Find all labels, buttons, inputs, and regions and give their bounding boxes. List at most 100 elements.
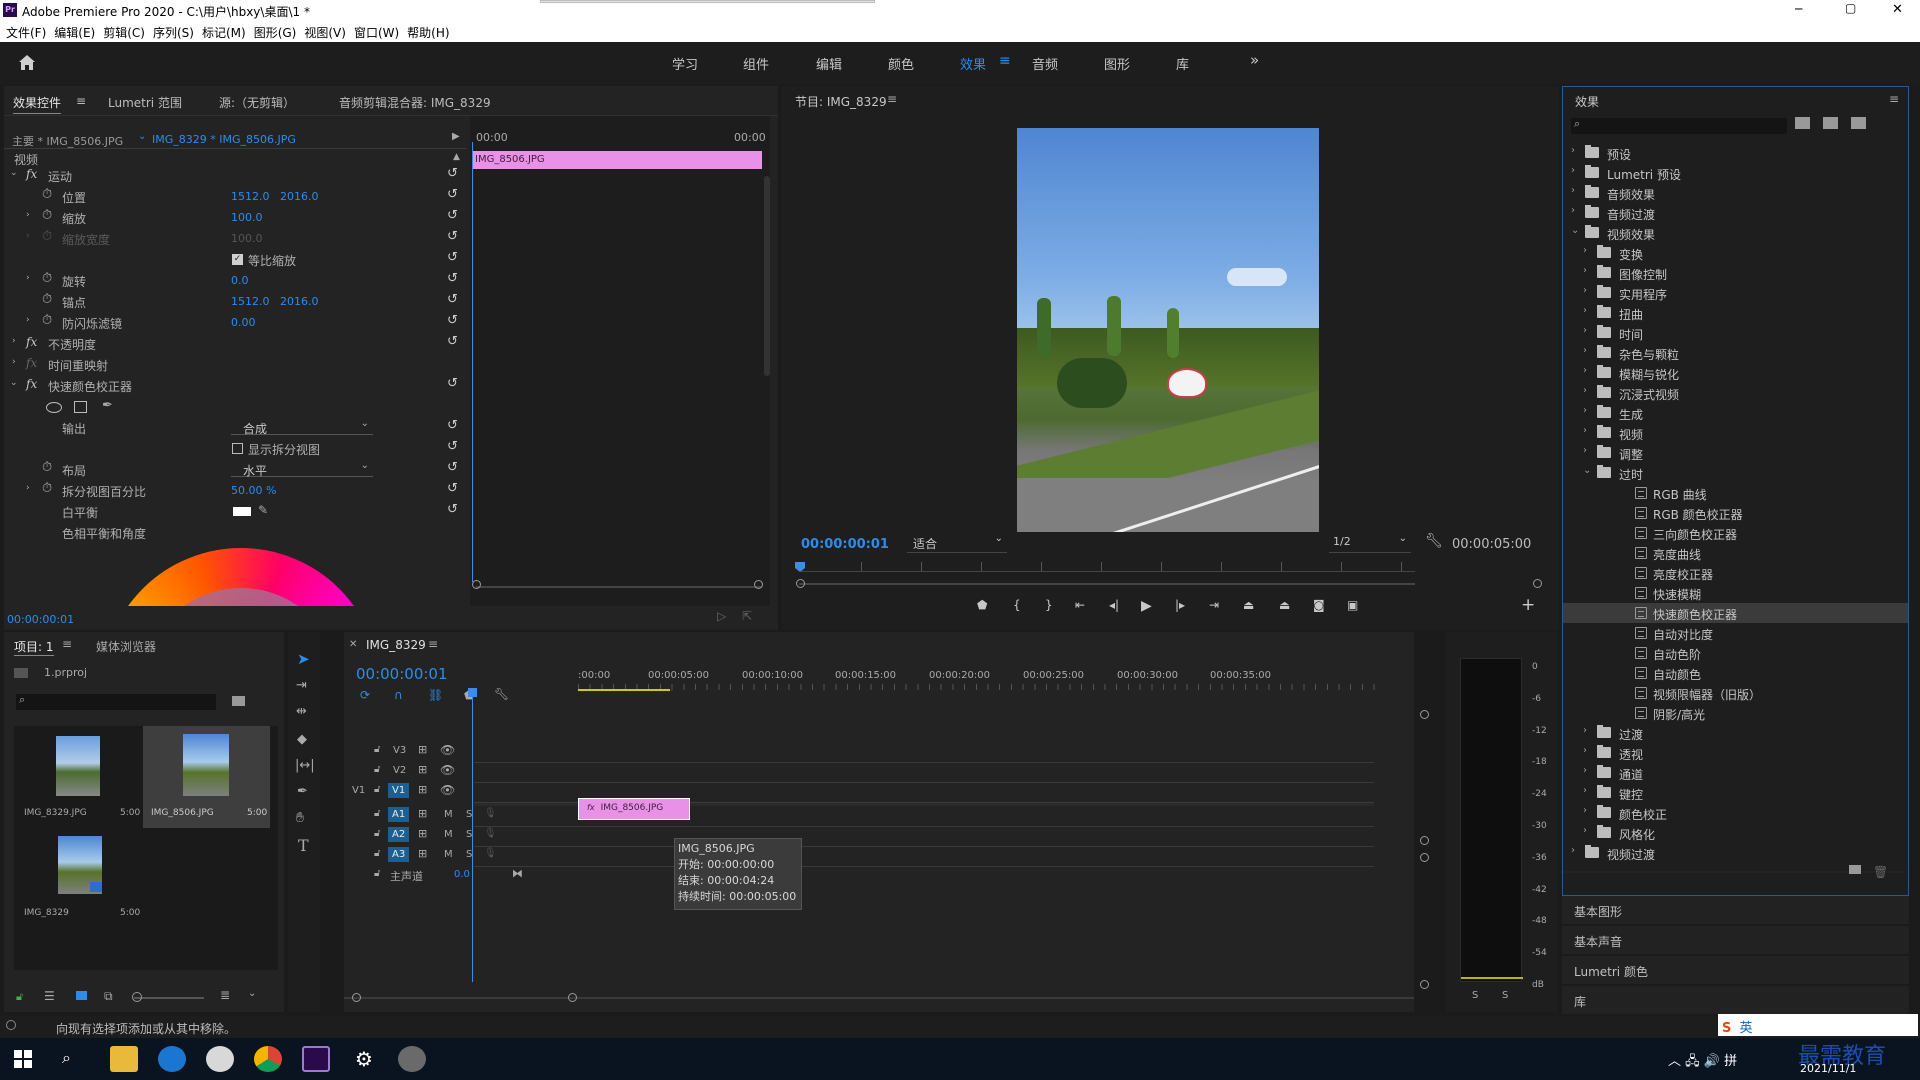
- menu-window[interactable]: 窗口(W): [354, 24, 399, 41]
- caret-right-icon[interactable]: ›: [1583, 385, 1593, 396]
- mini-scrollbar[interactable]: [764, 176, 770, 376]
- snap-icon[interactable]: ∩: [394, 688, 403, 702]
- tab-media-browser[interactable]: 媒体浏览器: [96, 638, 156, 655]
- caret-right-icon[interactable]: ›: [1583, 765, 1593, 776]
- zoom-handle-left[interactable]: [472, 580, 481, 589]
- type-tool-icon[interactable]: T: [298, 836, 309, 855]
- zoom-handle-right[interactable]: [1533, 579, 1542, 588]
- mini-zoom-bar[interactable]: [476, 586, 762, 588]
- uniform-scale-checkbox[interactable]: ✓: [232, 254, 243, 265]
- workspace-tab-assembly[interactable]: 组件: [743, 54, 769, 73]
- freeform-view-icon[interactable]: ⧉: [104, 989, 113, 1004]
- effects-tree-item[interactable]: 亮度曲线: [1563, 543, 1908, 563]
- linked-selection-icon[interactable]: ⛓︎: [428, 688, 443, 702]
- sync-lock-icon[interactable]: ⊞: [418, 763, 427, 776]
- lock-icon[interactable]: 🔓︎: [374, 868, 380, 879]
- panel-menu-icon[interactable]: ≡: [428, 637, 438, 651]
- fx-badge-icon[interactable]: fx: [26, 377, 37, 391]
- effects-tree-item[interactable]: 快速颜色校正器: [1563, 603, 1908, 623]
- pen-mask-icon[interactable]: ✒: [102, 398, 113, 413]
- sync-lock-icon[interactable]: ⊞: [418, 743, 427, 756]
- track-label[interactable]: V3: [393, 745, 406, 756]
- effects-tree-item[interactable]: › 透视: [1563, 743, 1908, 763]
- slip-tool-icon[interactable]: |↔|: [295, 758, 315, 773]
- step-forward-icon[interactable]: |▸: [1175, 598, 1185, 612]
- solo-button[interactable]: S: [466, 849, 472, 860]
- effects-tree-item[interactable]: › 模糊与锐化: [1563, 363, 1908, 383]
- caret-right-icon[interactable]: ›: [1583, 405, 1593, 416]
- menu-marker[interactable]: 标记(M): [202, 24, 246, 41]
- reset-icon[interactable]: ↺: [447, 334, 458, 349]
- reset-icon[interactable]: ↺: [447, 208, 458, 223]
- project-item[interactable]: IMG_8329 5:00: [14, 830, 141, 932]
- split-view-checkbox[interactable]: [232, 443, 243, 454]
- effects-tree-item[interactable]: RGB 颜色校正器: [1563, 503, 1908, 523]
- menu-help[interactable]: 帮助(H): [407, 24, 449, 41]
- program-video-frame[interactable]: [1017, 128, 1319, 532]
- maximize-button[interactable]: ▢: [1845, 1, 1856, 15]
- solo-button[interactable]: S: [466, 829, 472, 840]
- mini-clip[interactable]: IMG_8506.JPG: [472, 151, 762, 169]
- anchor-x-value[interactable]: 1512.0: [231, 295, 270, 308]
- effects-tree-item[interactable]: › 音频过渡: [1563, 203, 1908, 223]
- project-item[interactable]: IMG_8329.JPG 5:00: [14, 726, 141, 828]
- workspace-tab-editing[interactable]: 编辑: [816, 54, 842, 73]
- panel-menu-icon[interactable]: ≡: [887, 92, 897, 106]
- caret-down-icon[interactable]: ⌄: [1571, 225, 1581, 236]
- effect-controls-timecode[interactable]: 00:00:00:01: [7, 613, 74, 626]
- search-icon[interactable]: ⌕: [62, 1048, 71, 1068]
- settings-icon[interactable]: ⚙: [350, 1046, 378, 1072]
- effects-title[interactable]: 效果: [1575, 93, 1599, 110]
- sort-icon[interactable]: ≣: [220, 988, 230, 1002]
- caret-right-icon[interactable]: ›: [1583, 265, 1593, 276]
- extract-icon[interactable]: ⏏: [1279, 598, 1290, 612]
- scroll-handle-bottom[interactable]: [1420, 980, 1429, 989]
- track-label[interactable]: V2: [393, 765, 406, 776]
- panel-menu-icon[interactable]: ≡: [1889, 92, 1899, 106]
- effects-tree-item[interactable]: › 时间: [1563, 323, 1908, 343]
- marker-icon[interactable]: ⬟: [977, 598, 987, 612]
- caret-right-icon[interactable]: ›: [1583, 785, 1593, 796]
- lock-icon[interactable]: 🔓︎: [374, 808, 380, 819]
- master-volume-value[interactable]: 0.0: [454, 869, 470, 880]
- pen-tool-icon[interactable]: ✒: [297, 784, 308, 799]
- mute-button[interactable]: M: [444, 849, 453, 860]
- accelerated-effects-icon[interactable]: [1795, 117, 1810, 129]
- rectangle-mask-icon[interactable]: [74, 401, 87, 413]
- anchor-y-value[interactable]: 2016.0: [280, 295, 319, 308]
- lift-icon[interactable]: ⏏: [1243, 598, 1254, 612]
- track-select-tool-icon[interactable]: ⇥: [296, 678, 307, 693]
- timeline-ruler[interactable]: :00:00 00:00:05:00 00:00:10:00 00:00:15:…: [578, 662, 1378, 692]
- master-clip-label[interactable]: 主要 * IMG_8506.JPG: [12, 133, 123, 149]
- workspace-more-button[interactable]: »: [1250, 51, 1259, 69]
- timeline-zoom-bar[interactable]: [344, 997, 1414, 999]
- reset-icon[interactable]: ↺: [447, 376, 458, 391]
- caret-down-icon[interactable]: ⌄: [1583, 465, 1593, 476]
- effects-tree-item[interactable]: › 视频: [1563, 423, 1908, 443]
- menu-graphics[interactable]: 图形(G): [254, 24, 297, 41]
- ellipse-mask-icon[interactable]: [46, 402, 62, 413]
- minimize-button[interactable]: ─: [1795, 2, 1802, 16]
- out-point-icon[interactable]: }: [1045, 598, 1053, 612]
- position-y-value[interactable]: 2016.0: [280, 190, 319, 203]
- stopwatch-icon[interactable]: ⏱: [42, 208, 52, 223]
- lock-icon[interactable]: 🔓︎: [374, 848, 380, 859]
- quality-select[interactable]: 1/2 ⌄: [1329, 533, 1411, 553]
- effects-tree-item[interactable]: 亮度校正器: [1563, 563, 1908, 583]
- effects-tree-item[interactable]: ⌄ 视频效果: [1563, 223, 1908, 243]
- zoom-slider[interactable]: [134, 997, 204, 999]
- selection-tool-icon[interactable]: ➤: [297, 650, 310, 668]
- fx-badge-icon[interactable]: fx: [26, 335, 37, 349]
- effects-tree-item[interactable]: › 实用程序: [1563, 283, 1908, 303]
- go-to-in-icon[interactable]: ⇤: [1075, 598, 1085, 612]
- caret-right-icon[interactable]: ›: [1583, 305, 1593, 316]
- play-only-icon[interactable]: ▶: [452, 131, 460, 142]
- reset-icon[interactable]: ↺: [447, 229, 458, 244]
- effects-tree-item[interactable]: › 调整: [1563, 443, 1908, 463]
- prop-motion[interactable]: ⌄ fx 运动 ↺: [4, 166, 466, 186]
- eye-icon[interactable]: 👁︎: [440, 763, 455, 777]
- mute-button[interactable]: M: [444, 829, 453, 840]
- track-label[interactable]: A1: [388, 807, 410, 822]
- work-area-bar[interactable]: [578, 689, 670, 691]
- caret-right-icon[interactable]: ›: [26, 273, 30, 283]
